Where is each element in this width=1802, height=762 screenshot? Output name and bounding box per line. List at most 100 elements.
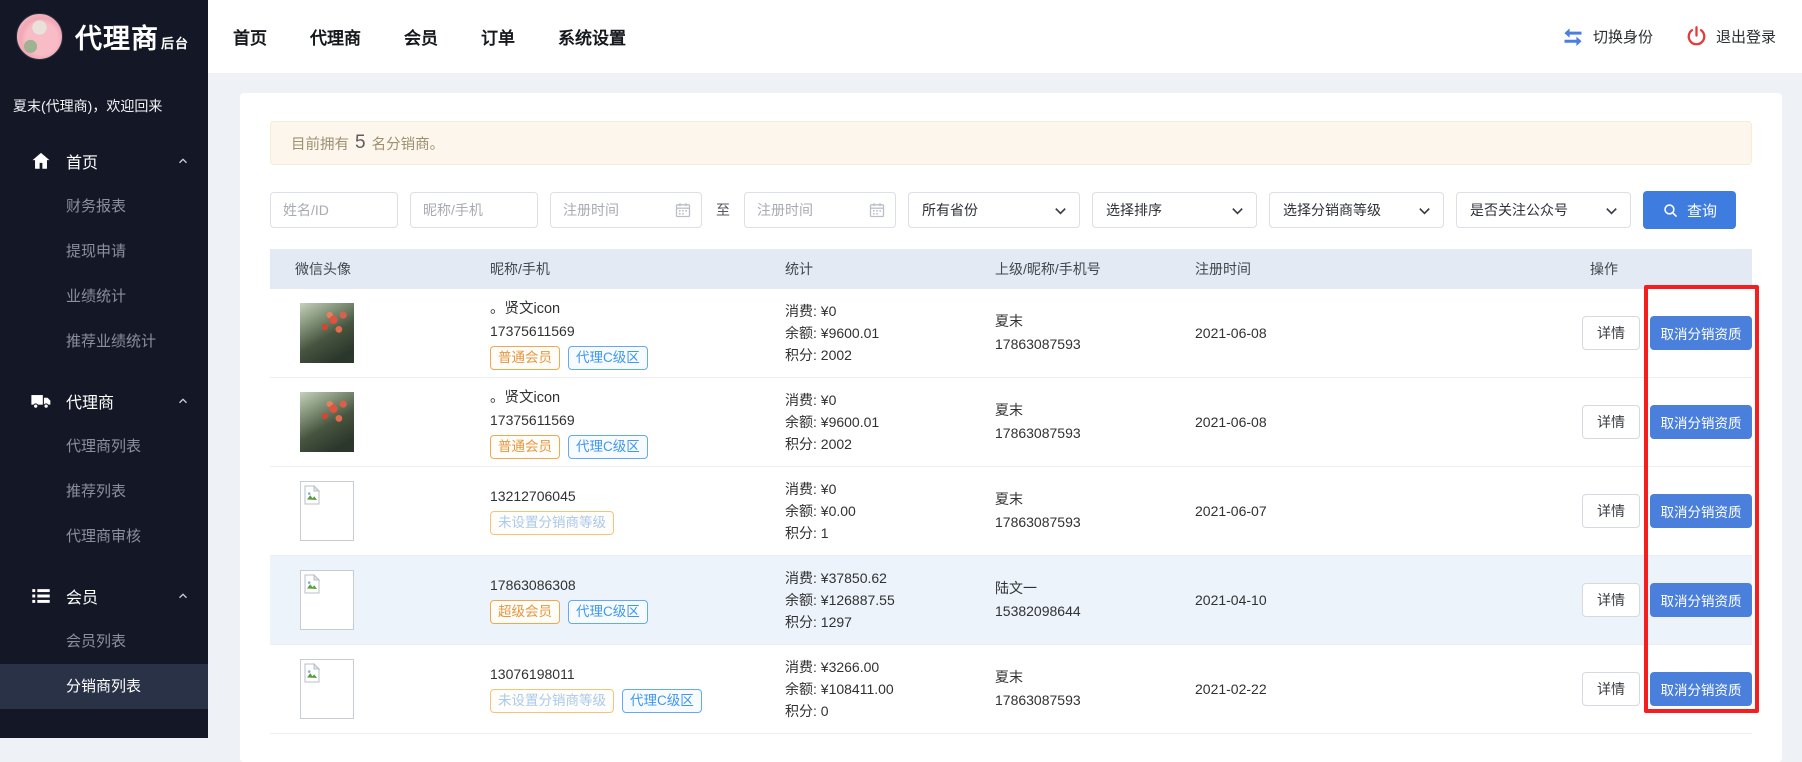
sidebar-item-withdraw-apply[interactable]: 提现申请 [0,229,208,274]
sidebar-item-referral-performance-stats[interactable]: 推荐业绩统计 [0,319,208,364]
sidebar-item-referral-list[interactable]: 推荐列表 [0,469,208,514]
col-parent: 上级/昵称/手机号 [970,259,1170,279]
no-level-badge: 未设置分销商等级 [490,689,614,713]
official-account-follow-select[interactable]: 是否关注公众号 [1456,192,1631,228]
swap-arrows-icon [1561,25,1585,49]
table-row: 。贤文icon 17375611569 普通会员代理C级区 消费: ¥0 余额:… [270,378,1752,467]
agent-zone-badge: 代理C级区 [568,346,648,370]
topnav-home[interactable]: 首页 [233,24,267,49]
detail-button[interactable]: 详情 [1582,672,1640,706]
col-actions: 操作 [1370,259,1752,279]
phone: 17863086308 [490,577,760,593]
agent-zone-badge: 代理C级区 [568,435,648,459]
sidebar-item-member-list[interactable]: 会员列表 [0,619,208,664]
parent-phone: 15382098644 [995,600,1170,623]
calendar-icon [869,202,885,218]
member-level-badge: 普通会员 [490,435,560,459]
points-stat: 积分: 1297 [785,611,970,633]
sidebar-group-agent[interactable]: 代理商 [0,378,208,424]
phone: 13076198011 [490,666,760,682]
points-stat: 积分: 2002 [785,344,970,366]
parent-name: 夏末 [995,488,1170,511]
broken-image-icon [304,485,320,505]
balance-stat: 余额: ¥0.00 [785,500,970,522]
detail-button[interactable]: 详情 [1582,583,1640,617]
parent-phone: 17863087593 [995,511,1170,534]
sort-select[interactable]: 选择排序 [1092,192,1257,228]
chevron-up-icon [176,154,190,168]
no-level-badge: 未设置分销商等级 [490,511,614,535]
app-title: 代理商后台 [75,17,189,56]
agent-zone-badge: 代理C级区 [568,600,648,624]
cancel-distribution-button[interactable]: 取消分销资质 [1650,583,1752,617]
sidebar-item-finance-report[interactable]: 财务报表 [0,184,208,229]
detail-button[interactable]: 详情 [1582,316,1640,350]
points-stat: 积分: 2002 [785,433,970,455]
cancel-distribution-button[interactable]: 取消分销资质 [1650,494,1752,528]
col-reg-date: 注册时间 [1170,259,1370,279]
nickname: 。贤文icon [490,386,760,407]
switch-identity-button[interactable]: 切换身份 [1561,25,1653,49]
distributor-count-alert: 目前拥有 5 名分销商。 [270,121,1752,165]
points-stat: 积分: 0 [785,700,970,722]
logo-avatar [16,13,63,60]
distributor-list-card: 目前拥有 5 名分销商。 注册时间 至 注册时间 所有省份 选择排序 [240,93,1782,762]
name-id-input[interactable] [270,192,398,228]
topnav-agent[interactable]: 代理商 [310,24,361,49]
app-title-suffix: 后台 [161,36,189,51]
chevron-down-icon [1053,203,1068,218]
distributor-level-select[interactable]: 选择分销商等级 [1269,192,1444,228]
balance-stat: 余额: ¥108411.00 [785,678,970,700]
topbar: 首页 代理商 会员 订单 系统设置 切换身份 退出登录 [208,0,1802,73]
topnav-member[interactable]: 会员 [404,24,438,49]
home-icon [30,150,52,172]
detail-button[interactable]: 详情 [1582,494,1640,528]
nick-phone-input[interactable] [410,192,538,228]
sidebar-item-performance-stats[interactable]: 业绩统计 [0,274,208,319]
register-date: 2021-04-10 [1170,592,1370,608]
cancel-distribution-button[interactable]: 取消分销资质 [1650,316,1752,350]
sidebar-item-agent-audit[interactable]: 代理商审核 [0,514,208,559]
search-icon [1662,202,1679,219]
consume-stat: 消费: ¥37850.62 [785,567,970,589]
sidebar-group-label: 首页 [66,149,98,173]
welcome-text: 夏末(代理商)，欢迎回来 [0,70,208,116]
balance-stat: 余额: ¥126887.55 [785,589,970,611]
cancel-distribution-button[interactable]: 取消分销资质 [1650,405,1752,439]
topnav-order[interactable]: 订单 [481,24,515,49]
broken-image-icon [304,663,320,683]
sidebar-menu: 首页 财务报表 提现申请 业绩统计 推荐业绩统计 代理商 代理商列表 推荐列表 … [0,138,208,709]
table-header: 微信头像 昵称/手机 统计 上级/昵称/手机号 注册时间 操作 [270,249,1752,289]
power-icon [1685,25,1708,48]
province-select[interactable]: 所有省份 [908,192,1080,228]
balance-stat: 余额: ¥9600.01 [785,322,970,344]
filter-bar: 注册时间 至 注册时间 所有省份 选择排序 选择分销商等级 是否关注公众号 [270,191,1752,229]
col-nick-phone: 昵称/手机 [465,259,760,279]
search-button[interactable]: 查询 [1643,191,1736,229]
broken-image-placeholder [300,481,354,541]
sidebar-group-member[interactable]: 会员 [0,573,208,619]
cancel-distribution-button[interactable]: 取消分销资质 [1650,672,1752,706]
sidebar-item-agent-list[interactable]: 代理商列表 [0,424,208,469]
logout-button[interactable]: 退出登录 [1685,25,1776,48]
member-level-badge: 普通会员 [490,346,560,370]
member-level-badge: 超级会员 [490,600,560,624]
col-wechat-avatar: 微信头像 [270,259,465,279]
nickname: 。贤文icon [490,297,760,318]
topnav-system-settings[interactable]: 系统设置 [558,24,626,49]
col-stats: 统计 [760,259,970,279]
parent-name: 陆文一 [995,577,1170,600]
parent-phone: 17863087593 [995,689,1170,712]
sidebar-group-home[interactable]: 首页 [0,138,208,184]
register-date-end-input[interactable]: 注册时间 [744,192,896,228]
register-date-start-input[interactable]: 注册时间 [550,192,702,228]
calendar-icon [675,202,691,218]
phone: 13212706045 [490,488,760,504]
broken-image-icon [304,574,320,594]
distributor-count: 5 [355,132,366,154]
wechat-avatar [300,392,354,452]
chevron-up-icon [176,589,190,603]
sidebar-item-distributor-list[interactable]: 分销商列表 [0,664,208,709]
sidebar: 代理商后台 夏末(代理商)，欢迎回来 首页 财务报表 提现申请 业绩统计 推荐业… [0,0,208,738]
detail-button[interactable]: 详情 [1582,405,1640,439]
